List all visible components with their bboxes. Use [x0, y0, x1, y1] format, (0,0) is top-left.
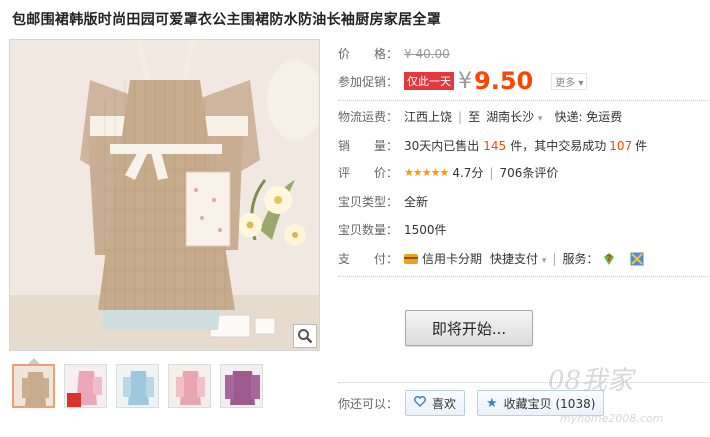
guarantee-icon[interactable] [630, 252, 644, 266]
promo-row: 参加促销： 仅此一天 ¥ 9.50 更多 ▾ [338, 67, 588, 95]
service-label: 服务： [562, 252, 599, 266]
thumb-purple-icon [221, 365, 262, 407]
thumb-blue-icon [117, 365, 158, 407]
more-label: 更多 [555, 77, 576, 89]
chevron-down-icon: ▾ [537, 114, 543, 124]
heart-icon [414, 396, 426, 410]
product-title: 包邮围裙韩版时尚田园可爱罩衣公主围裙防水防油长袖厨房家居全罩 [12, 12, 441, 28]
shipping-row: 物流运费： 江西上饶 | 至 湖南长沙 ▾ 快递: 免运费 [338, 108, 622, 125]
thumb-khaki-icon [14, 366, 53, 406]
quantity-row: 宝贝数量： 1500件 [338, 221, 447, 238]
separator: | [458, 109, 463, 124]
reviews-link[interactable]: 706条评价 [499, 164, 558, 181]
shipping-label: 物流运费： [338, 110, 399, 124]
sales-text-c: 件 [635, 139, 648, 153]
sales-label: 销 量： [338, 139, 399, 153]
svg-text:7: 7 [607, 254, 613, 263]
thumb-pink-icon [65, 365, 106, 407]
thumbnail-strip [12, 364, 263, 408]
star-icon: ★ [486, 395, 498, 411]
star-rating-icon: ★★★★★ [404, 166, 449, 179]
quantity-label: 宝贝数量： [338, 223, 399, 237]
sales-row: 销 量： 30天内已售出 145 件，其中交易成功 107 件 [338, 137, 647, 154]
rating-label: 评 价： [338, 166, 399, 180]
chevron-down-icon: ▾ [578, 77, 584, 89]
original-price: ¥ 40.00 [404, 46, 450, 61]
7day-return-icon[interactable]: 7 [602, 252, 616, 266]
like-label: 喜欢 [432, 396, 457, 411]
express-fee: 快递: 免运费 [554, 110, 623, 124]
type-value: 全新 [404, 195, 429, 209]
divider [338, 382, 708, 383]
magnifier-icon [298, 329, 313, 344]
credit-card-icon [404, 253, 418, 264]
price-row: 价 格： ¥ 40.00 [338, 45, 450, 62]
ship-to: 湖南长沙 [486, 110, 535, 124]
type-label: 宝贝类型： [338, 195, 399, 209]
collect-label: 收藏宝贝 (1038) [503, 396, 596, 411]
price-label: 价 格： [338, 47, 399, 61]
success-count: 107 [609, 138, 633, 153]
credit-installment-link[interactable]: 信用卡分期 [422, 250, 482, 267]
sold-count: 145 [483, 138, 507, 153]
divider [338, 100, 708, 101]
quick-pay-link[interactable]: 快捷支付 ▾ [490, 250, 546, 267]
type-row: 宝贝类型： 全新 [338, 193, 428, 210]
ship-to-word: 至 [468, 110, 481, 124]
destination-select[interactable]: 湖南长沙 ▾ [486, 108, 542, 125]
watermark-url: myhome2008.com [560, 412, 664, 425]
like-button[interactable]: 喜欢 [405, 390, 466, 416]
you-can-label: 你还可以： [338, 396, 399, 411]
divider [338, 276, 708, 277]
rating-score: 4.7分 [452, 166, 484, 180]
sales-text-a: 30天内已售出 [404, 139, 480, 153]
thumbnail-1[interactable] [12, 364, 55, 408]
promo-price: 9.50 [474, 67, 534, 95]
separator: | [489, 165, 494, 180]
rating-row: 评 价： ★★★★★ 4.7分 | 706条评价 [338, 164, 558, 181]
chevron-down-icon: ▾ [541, 256, 547, 266]
apron-photo [10, 40, 319, 350]
payment-row: 支 付： 信用卡分期 快捷支付 ▾ | 服务： 7 [338, 250, 644, 267]
thumbnail-5[interactable] [220, 364, 263, 408]
thumbnail-3[interactable] [116, 364, 159, 408]
product-main-image[interactable] [9, 39, 320, 351]
promo-tag: 仅此一天 [404, 72, 454, 90]
quantity-value: 1500件 [404, 223, 447, 237]
coming-soon-button[interactable]: 即将开始... [405, 310, 533, 346]
sales-text-b: 件，其中交易成功 [510, 139, 607, 153]
watermark-logo: 08我家 [548, 366, 634, 396]
quick-pay-label: 快捷支付 [490, 252, 539, 266]
promo-label: 参加促销： [338, 74, 399, 89]
thumbnail-4[interactable] [168, 364, 211, 408]
thumbnail-2[interactable] [64, 364, 107, 408]
separator: | [552, 251, 557, 266]
yen-symbol: ¥ [458, 68, 472, 94]
payment-label: 支 付： [338, 252, 399, 266]
ship-from: 江西上饶 [404, 110, 453, 124]
more-promos-button[interactable]: 更多 ▾ [551, 72, 588, 90]
thumb-rose-icon [169, 365, 210, 407]
zoom-button[interactable] [293, 324, 317, 348]
